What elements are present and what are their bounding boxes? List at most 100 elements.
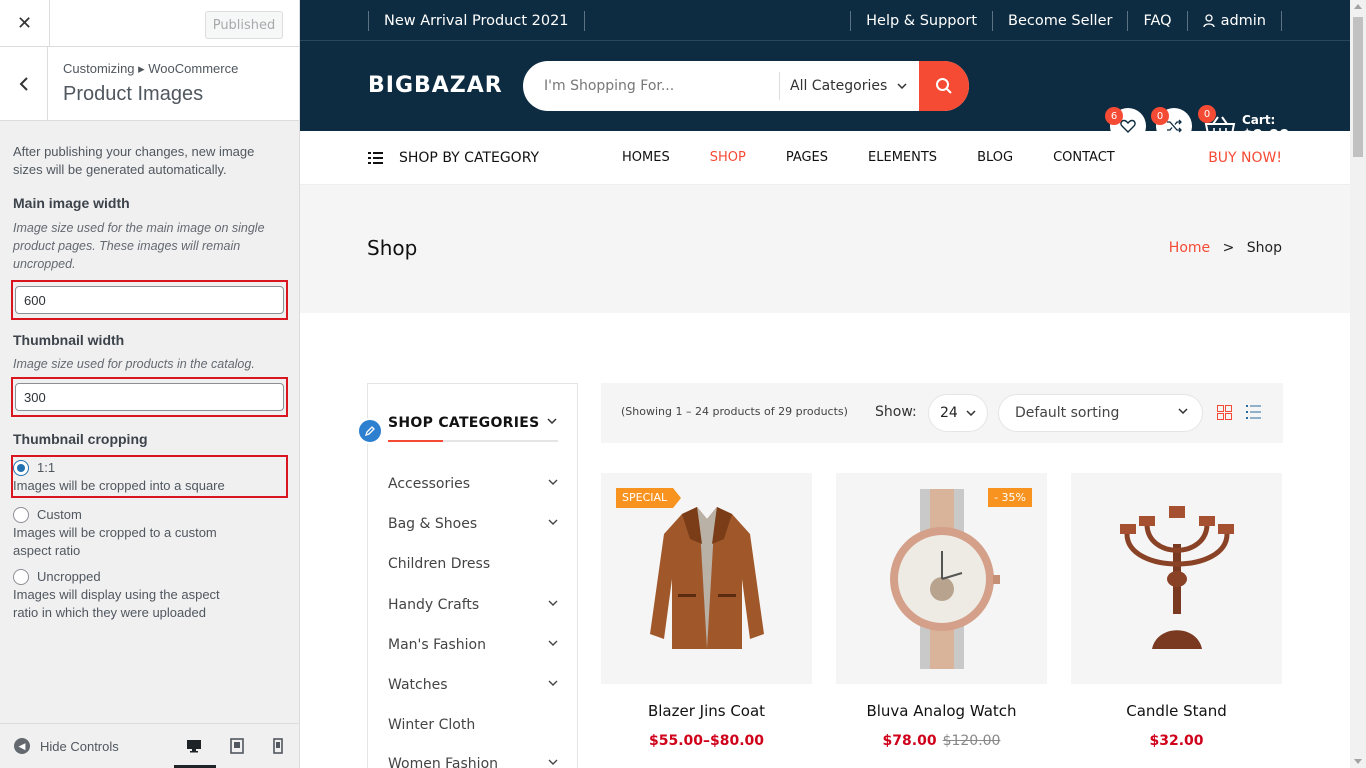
crop-option-1-1[interactable]: 1:1 — [13, 459, 286, 477]
scroll-down-arrow[interactable] — [1354, 759, 1362, 764]
crop-option-custom[interactable]: Custom — [13, 506, 286, 524]
list-view-icon[interactable] — [1246, 405, 1261, 419]
grid-view-icon[interactable] — [1217, 405, 1232, 420]
page-title: Shop — [367, 236, 418, 260]
cropping-highlight: 1:1 Images will be cropped into a square — [11, 455, 288, 498]
tablet-preview-icon[interactable] — [229, 738, 245, 754]
discount-badge: - 35% — [988, 488, 1032, 507]
chevron-down-icon[interactable] — [547, 418, 557, 424]
hide-controls-button[interactable]: ◀ Hide Controls — [14, 738, 119, 754]
product-image[interactable]: - 35% — [836, 473, 1047, 684]
product-image[interactable] — [1071, 473, 1282, 684]
jacket-image — [649, 506, 764, 649]
search-input[interactable]: I'm Shopping For... — [523, 78, 779, 94]
product-card[interactable]: Candle Stand $32.00 — [1071, 473, 1282, 749]
menu-item-shop[interactable]: SHOP — [710, 150, 746, 165]
category-label: Children Dress — [388, 556, 491, 572]
buy-now-link[interactable]: BUY NOW! — [1208, 150, 1282, 166]
scrollbar-thumb[interactable] — [1353, 17, 1363, 157]
primary-menu: HOMES SHOP PAGES ELEMENTS BLOG CONTACT — [622, 150, 1155, 165]
thumb-width-label: Thumbnail width — [13, 332, 125, 348]
shop-by-category-button[interactable]: SHOP BY CATEGORY — [368, 150, 539, 166]
cropping-label: Thumbnail cropping — [13, 431, 148, 447]
close-icon[interactable]: ✕ — [0, 0, 50, 47]
radio-icon[interactable] — [13, 507, 29, 523]
shop-toolbar: (Showing 1 – 24 products of 29 products)… — [601, 383, 1283, 443]
current-price: $78.00 — [882, 733, 937, 749]
scroll-up-arrow[interactable] — [1354, 4, 1362, 9]
category-accessories[interactable]: Accessories — [388, 476, 558, 492]
thumb-width-input[interactable]: 300 — [15, 383, 284, 411]
menu-list-icon — [368, 152, 383, 164]
chevron-down-icon[interactable] — [548, 680, 558, 686]
category-label: Man's Fashion — [388, 637, 486, 653]
category-mans-fashion[interactable]: Man's Fashion — [388, 637, 558, 653]
crop-option-uncropped[interactable]: Uncropped — [13, 568, 286, 586]
category-bag-shoes[interactable]: Bag & Shoes — [388, 516, 558, 532]
category-handy-crafts[interactable]: Handy Crafts — [388, 597, 558, 613]
shop-categories-widget: SHOP CATEGORIES Accessories Bag & Shoes … — [357, 383, 578, 768]
main-width-label: Main image width — [13, 195, 130, 211]
publish-button[interactable]: Published — [205, 11, 283, 39]
menu-item-blog[interactable]: BLOG — [977, 150, 1013, 165]
account-link[interactable]: admin — [1186, 11, 1282, 31]
menu-item-pages[interactable]: PAGES — [786, 150, 828, 165]
old-price: $120.00 — [942, 733, 1001, 749]
per-page-value: 24 — [940, 405, 958, 421]
menu-item-homes[interactable]: HOMES — [622, 150, 670, 165]
top-bar: New Arrival Product 2021 Help & Support … — [300, 0, 1350, 41]
product-card[interactable]: SPECIAL Blazer Jins Coat $55.00–$80.00 — [601, 473, 812, 749]
crop-option-desc: Images will display using the aspect rat… — [13, 587, 220, 620]
menu-item-elements[interactable]: ELEMENTS — [868, 150, 937, 165]
category-label: Accessories — [388, 476, 471, 492]
help-support-link[interactable]: Help & Support — [850, 11, 992, 31]
product-name[interactable]: Blazer Jins Coat — [601, 702, 812, 720]
special-tag: SPECIAL — [616, 488, 682, 508]
category-watches[interactable]: Watches — [388, 677, 558, 693]
topbar-announcement[interactable]: New Arrival Product 2021 — [368, 11, 585, 31]
back-arrow-icon[interactable] — [0, 47, 48, 121]
page-scrollbar[interactable] — [1350, 0, 1366, 768]
chevron-down-icon[interactable] — [548, 479, 558, 485]
product-image[interactable]: SPECIAL — [601, 473, 812, 684]
faq-link[interactable]: FAQ — [1127, 11, 1186, 31]
search-button[interactable] — [919, 61, 969, 111]
breadcrumb-separator: > — [1222, 240, 1235, 256]
per-page-select[interactable]: 24 — [928, 394, 988, 432]
section-title: Product Images — [63, 83, 204, 105]
chevron-down-icon[interactable] — [548, 759, 558, 765]
search-category-select[interactable]: All Categories — [779, 72, 919, 100]
main-width-highlight: 600 — [11, 280, 288, 320]
mobile-preview-icon[interactable] — [270, 738, 286, 754]
category-children-dress[interactable]: Children Dress — [388, 556, 558, 572]
breadcrumb-home[interactable]: Home — [1169, 240, 1210, 256]
cart-count-badge: 0 — [1198, 105, 1216, 123]
category-winter-cloth[interactable]: Winter Cloth — [388, 717, 558, 733]
shop-by-category-label: SHOP BY CATEGORY — [399, 150, 540, 166]
site-logo[interactable]: BIGBAZAR — [368, 73, 503, 98]
edit-pencil-icon[interactable] — [357, 418, 383, 444]
main-width-input[interactable]: 600 — [15, 286, 284, 314]
radio-checked-icon[interactable] — [13, 460, 29, 476]
product-card[interactable]: - 35% Bluva Analog Watch $78.00 $120.00 — [836, 473, 1047, 749]
category-women-fashion[interactable]: Women Fashion — [388, 756, 558, 768]
chevron-down-icon[interactable] — [548, 640, 558, 646]
product-name[interactable]: Candle Stand — [1071, 702, 1282, 720]
category-label: Winter Cloth — [388, 717, 476, 733]
radio-icon[interactable] — [13, 569, 29, 585]
account-label: admin — [1220, 13, 1266, 29]
watch-image — [889, 488, 1000, 669]
chevron-down-icon[interactable] — [548, 600, 558, 606]
topbar-links: Help & Support Become Seller FAQ admin — [850, 11, 1282, 31]
product-name[interactable]: Bluva Analog Watch — [836, 702, 1047, 720]
crop-option-label: Custom — [37, 507, 82, 522]
desktop-preview-icon[interactable] — [186, 738, 202, 754]
sort-select[interactable]: Default sorting — [998, 394, 1203, 432]
become-seller-link[interactable]: Become Seller — [992, 11, 1127, 31]
category-label: Bag & Shoes — [388, 516, 478, 532]
search-icon — [936, 78, 952, 94]
search-category-label: All Categories — [790, 78, 888, 94]
breadcrumb: Home > Shop — [1169, 240, 1282, 256]
menu-item-contact[interactable]: CONTACT — [1053, 150, 1115, 165]
chevron-down-icon[interactable] — [548, 519, 558, 525]
